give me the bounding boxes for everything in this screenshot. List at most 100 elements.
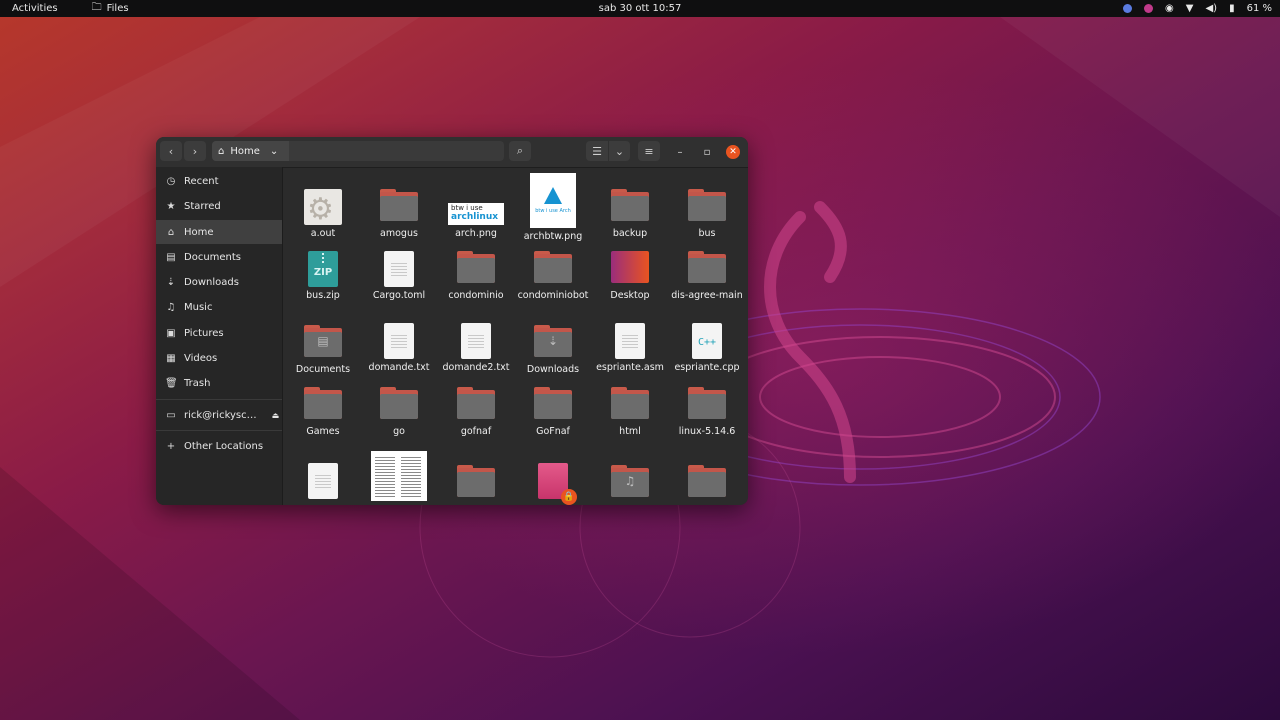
image-thumbnail <box>371 451 427 501</box>
folder-item[interactable]: go <box>363 387 435 437</box>
folder-icon <box>688 465 726 497</box>
file-item[interactable]: Cargo.toml <box>363 251 435 301</box>
folder-icon <box>688 387 726 419</box>
sidebar-divider <box>156 399 282 400</box>
minimize-button[interactable]: – <box>673 145 687 159</box>
folder-icon <box>457 465 495 497</box>
folder-item[interactable]: linux-5.14.6 <box>671 387 743 437</box>
file-item[interactable] <box>287 463 359 499</box>
path-bar[interactable]: ⌂ Home ⌄ <box>212 141 504 161</box>
folder-item[interactable]: gofnaf <box>440 387 512 437</box>
clock[interactable]: sab 30 ott 10:57 <box>0 3 1280 14</box>
sidebar-item-label: Recent <box>184 175 219 187</box>
volume-icon[interactable]: ◀) <box>1205 3 1217 14</box>
folder-item[interactable] <box>440 465 512 497</box>
text-file-icon <box>308 463 338 499</box>
file-label: Cargo.toml <box>372 290 426 301</box>
videos-icon: ▦ <box>166 352 176 364</box>
file-item[interactable]: C++ espriante.cpp <box>671 323 743 373</box>
forward-button[interactable]: › <box>184 141 206 161</box>
sidebar-item-documents[interactable]: ▤ Documents <box>156 245 282 269</box>
back-button[interactable]: ‹ <box>160 141 182 161</box>
sidebar-item-label: Starred <box>184 200 221 212</box>
image-thumbnail: btw i use archlinux <box>448 203 504 225</box>
file-item[interactable]: btw i use archlinux arch.png <box>440 189 512 239</box>
search-button[interactable]: ⌕ <box>509 141 531 161</box>
file-item[interactable]: ZIP bus.zip <box>287 251 359 301</box>
folder-item[interactable]: html <box>594 387 666 437</box>
downloads-folder-icon: ⇣ <box>534 325 572 357</box>
menu-button[interactable]: ≡ <box>638 141 660 161</box>
sidebar-item-downloads[interactable]: ⇣ Downloads <box>156 270 282 294</box>
folder-item[interactable]: bus <box>671 189 743 239</box>
file-item[interactable] <box>363 451 435 501</box>
thumb-text: btw i use Arch <box>535 208 571 214</box>
image-thumbnail: btw i use Arch <box>530 173 576 228</box>
sidebar-item-other-locations[interactable]: + Other Locations <box>156 434 282 458</box>
folder-item[interactable]: dis-agree-main <box>671 251 743 301</box>
text-file-icon <box>384 323 414 359</box>
folder-item[interactable]: ▤ Documents <box>287 325 359 375</box>
file-label: html <box>619 426 641 437</box>
folder-item[interactable]: Games <box>287 387 359 437</box>
folder-item[interactable]: amogus <box>363 189 435 239</box>
file-label: condominio <box>448 290 504 301</box>
folder-item[interactable]: condominiobot <box>517 251 589 301</box>
path-label: Home <box>230 145 260 157</box>
top-bar: Activities 🗀 Files sab 30 ott 10:57 ◉ ▼ … <box>0 0 1280 17</box>
sidebar-item-recent[interactable]: ◷ Recent <box>156 169 282 193</box>
system-tray[interactable]: ◉ ▼ ◀) ▮ 61 % <box>1123 3 1272 14</box>
path-home-button[interactable]: ⌂ Home ⌄ <box>212 141 289 161</box>
file-label: bus <box>698 228 716 239</box>
app-menu-files[interactable]: 🗀 Files <box>92 0 129 17</box>
sidebar-item-videos[interactable]: ▦ Videos <box>156 346 282 370</box>
battery-percent: 61 % <box>1246 3 1272 14</box>
file-item[interactable]: domande.txt <box>363 323 435 373</box>
list-view-icon: ☰ <box>592 144 602 158</box>
file-item[interactable]: 🔒 <box>517 463 589 505</box>
activities-button[interactable]: Activities <box>12 3 58 14</box>
sidebar-item-label: Videos <box>184 352 218 364</box>
maximize-button[interactable]: ▫ <box>700 145 714 159</box>
folder-item[interactable]: GoFnaf <box>517 387 589 437</box>
view-toggle-button[interactable]: ☰ <box>586 141 608 161</box>
view-options-button[interactable]: ⌄ <box>609 141 630 161</box>
folder-item[interactable]: Desktop <box>594 251 666 301</box>
sidebar-item-trash[interactable]: 🗑 Trash <box>156 371 282 395</box>
sidebar-item-music[interactable]: ♫ Music <box>156 295 282 319</box>
file-item[interactable]: domande2.txt <box>440 323 512 373</box>
folder-item[interactable] <box>671 465 743 497</box>
sidebar-item-pictures[interactable]: ▣ Pictures <box>156 321 282 345</box>
file-grid[interactable]: ⚙ a.out amogus btw i use archlinux arch.… <box>283 167 748 505</box>
tray-app-icon[interactable] <box>1144 4 1154 13</box>
discord-icon[interactable]: ◉ <box>1165 3 1174 14</box>
sidebar-item-starred[interactable]: ★ Starred <box>156 194 282 218</box>
file-label: amogus <box>380 228 418 239</box>
folder-item[interactable]: backup <box>594 189 666 239</box>
sidebar-item-home[interactable]: ⌂ Home <box>156 220 282 244</box>
close-button[interactable]: ✕ <box>726 145 740 159</box>
file-item[interactable]: btw i use Arch archbtw.png <box>517 173 589 242</box>
file-label: espriante.asm <box>596 362 664 373</box>
tray-app-icon[interactable] <box>1123 4 1133 13</box>
file-item[interactable]: espriante.asm <box>594 323 666 373</box>
file-item[interactable]: ⚙ a.out <box>287 189 359 239</box>
text-file-icon <box>615 323 645 359</box>
folder-item[interactable]: condominio <box>440 251 512 301</box>
folder-icon <box>380 387 418 419</box>
file-label: espriante.cpp <box>674 362 740 373</box>
eject-icon[interactable]: ⏏ <box>272 411 280 420</box>
folder-icon: 🗀 <box>91 2 102 13</box>
folder-item[interactable]: ♫ <box>594 465 666 497</box>
sidebar-item-device[interactable]: ▭ rick@rickysc… ⏏ <box>156 403 282 427</box>
music-folder-icon: ♫ <box>611 465 649 497</box>
download-icon: ⇣ <box>166 276 176 288</box>
drive-icon: ▭ <box>166 409 176 421</box>
music-icon: ♫ <box>166 301 176 313</box>
sidebar-item-label: Documents <box>184 251 242 263</box>
files-window: ‹ › ⌂ Home ⌄ ⌕ ☰ ⌄ ≡ – ▫ ✕ ◷ Recent ★ St… <box>156 137 748 505</box>
battery-icon[interactable]: ▮ <box>1229 3 1235 14</box>
header-bar: ‹ › ⌂ Home ⌄ ⌕ ☰ ⌄ ≡ – ▫ ✕ <box>156 137 748 168</box>
folder-item[interactable]: ⇣ Downloads <box>517 325 589 375</box>
wifi-icon[interactable]: ▼ <box>1186 3 1194 14</box>
